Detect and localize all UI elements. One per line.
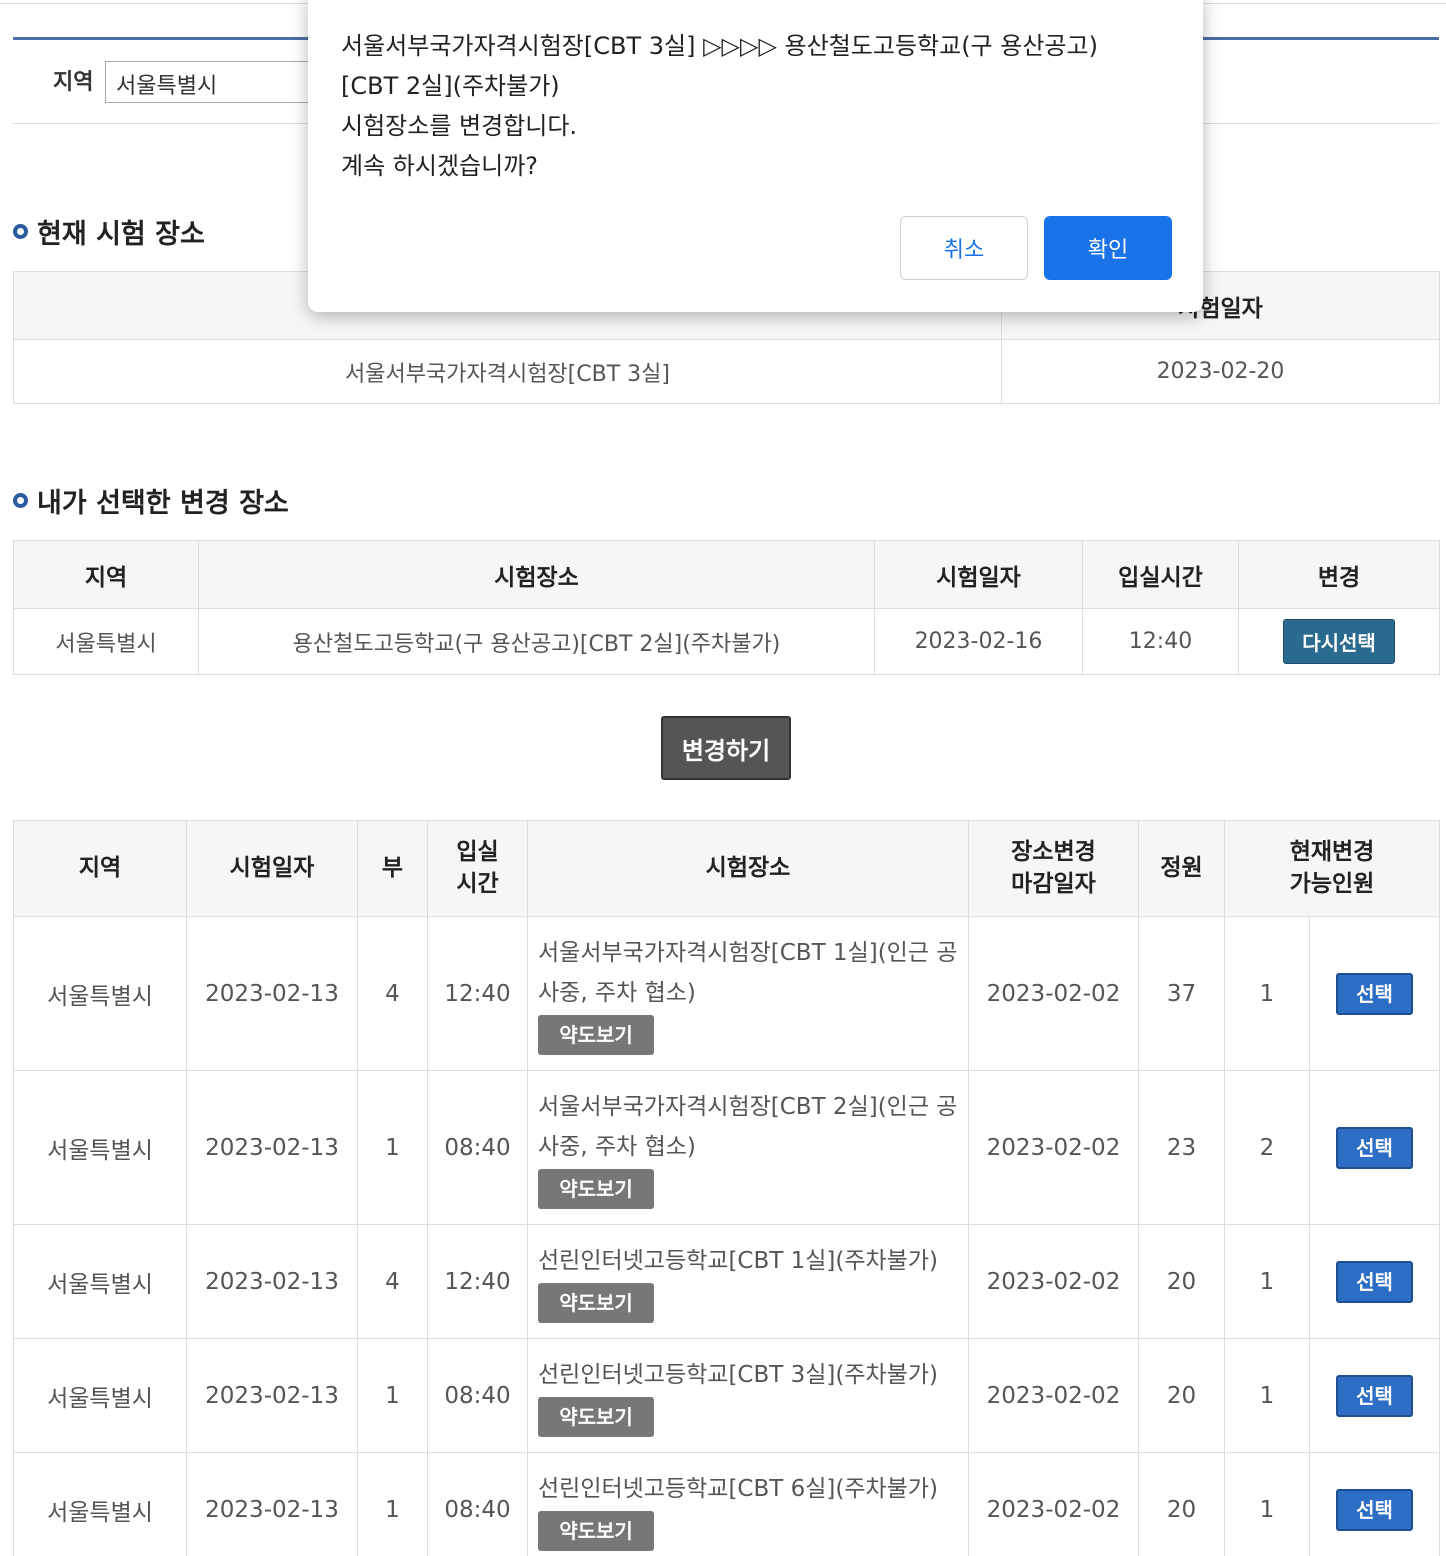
row-date: 2023-02-13 bbox=[186, 1452, 358, 1556]
selected-section-title-text: 내가 선택한 변경 장소 bbox=[37, 488, 289, 519]
row-date: 2023-02-13 bbox=[186, 916, 358, 1071]
row-time: 08:40 bbox=[427, 1070, 528, 1225]
row-place: 선린인터넷고등학교[CBT 6실](주차불가) 약도보기 bbox=[527, 1452, 969, 1556]
venue-list-table: 지역 시험일자 부 입실 시간 시험장소 장소변경 마감일자 정원 현재변경 가능인원… bbox=[13, 820, 1441, 1556]
row-region: 서울특별시 bbox=[13, 916, 187, 1071]
row-region: 서울특별시 bbox=[13, 1224, 187, 1339]
table-row: 서울특별시 2023-02-13 1 08:40 서울서부국가자격시험장[CBT… bbox=[13, 1070, 1441, 1225]
row-deadline: 2023-02-02 bbox=[968, 1338, 1139, 1453]
row-part: 4 bbox=[357, 1224, 428, 1339]
row-date: 2023-02-13 bbox=[186, 1224, 358, 1339]
dialog-ok-button[interactable]: 확인 bbox=[1044, 216, 1172, 280]
row-available: 1 bbox=[1224, 916, 1310, 1071]
row-capacity: 20 bbox=[1138, 1452, 1225, 1556]
selected-header-place: 시험장소 bbox=[198, 540, 875, 609]
select-button[interactable]: 선택 bbox=[1336, 1126, 1413, 1169]
list-header-available: 현재변경 가능인원 bbox=[1223, 820, 1441, 917]
list-header-deadline: 장소변경 마감일자 bbox=[968, 820, 1139, 917]
row-capacity: 37 bbox=[1138, 916, 1225, 1071]
selected-time: 12:40 bbox=[1082, 608, 1239, 675]
list-header-part: 부 bbox=[357, 820, 428, 917]
row-part: 4 bbox=[357, 916, 428, 1071]
row-place: 선린인터넷고등학교[CBT 1실](주차불가) 약도보기 bbox=[527, 1224, 969, 1339]
dialog-line-4: 계속 하시겠습니까? bbox=[341, 152, 539, 180]
selected-place: 용산철도고등학교(구 용산공고)[CBT 2실](주차불가) bbox=[198, 608, 875, 675]
map-button[interactable]: 약도보기 bbox=[538, 1014, 654, 1055]
row-region: 서울특별시 bbox=[13, 1452, 187, 1556]
row-place-name: 선린인터넷고등학교[CBT 3실](주차불가) bbox=[538, 1361, 938, 1388]
row-place-name: 선린인터넷고등학교[CBT 6실](주차불가) bbox=[538, 1475, 938, 1502]
list-header-place: 시험장소 bbox=[527, 820, 969, 917]
select-button[interactable]: 선택 bbox=[1336, 972, 1413, 1015]
table-row: 서울특별시 2023-02-13 4 12:40 선린인터넷고등학교[CBT 1… bbox=[13, 1224, 1441, 1339]
row-part: 1 bbox=[357, 1070, 428, 1225]
map-button[interactable]: 약도보기 bbox=[538, 1510, 654, 1551]
table-row: 서울특별시 2023-02-13 4 12:40 서울서부국가자격시험장[CBT… bbox=[13, 916, 1441, 1071]
row-date: 2023-02-13 bbox=[186, 1338, 358, 1453]
bullet-icon bbox=[13, 224, 28, 239]
dialog-message: 서울서부국가자격시험장[CBT 3실] ▷▷▷▷ 용산철도고등학교(구 용산공고… bbox=[341, 26, 1098, 186]
row-part: 1 bbox=[357, 1338, 428, 1453]
selected-header-date: 시험일자 bbox=[874, 540, 1083, 609]
list-header-region: 지역 bbox=[13, 820, 187, 917]
row-capacity: 23 bbox=[1138, 1070, 1225, 1225]
selected-section-title: 내가 선택한 변경 장소 bbox=[13, 481, 289, 520]
current-section-title: 현재 시험 장소 bbox=[13, 212, 205, 251]
row-place: 서울서부국가자격시험장[CBT 1실](인근 공사중, 주차 협소) 약도보기 bbox=[527, 916, 969, 1071]
row-capacity: 20 bbox=[1138, 1338, 1225, 1453]
select-button[interactable]: 선택 bbox=[1336, 1260, 1413, 1303]
row-available: 1 bbox=[1224, 1224, 1310, 1339]
row-capacity: 20 bbox=[1138, 1224, 1225, 1339]
selected-header-region: 지역 bbox=[13, 540, 199, 609]
list-header-time: 입실 시간 bbox=[427, 820, 528, 917]
row-region: 서울특별시 bbox=[13, 1338, 187, 1453]
row-place: 선린인터넷고등학교[CBT 3실](주차불가) 약도보기 bbox=[527, 1338, 969, 1453]
map-button[interactable]: 약도보기 bbox=[538, 1282, 654, 1323]
current-section-title-text: 현재 시험 장소 bbox=[37, 219, 205, 250]
dialog-line-1: 서울서부국가자격시험장[CBT 3실] ▷▷▷▷ 용산철도고등학교(구 용산공고… bbox=[341, 32, 1098, 60]
row-date: 2023-02-13 bbox=[186, 1070, 358, 1225]
selected-place-table: 지역 시험장소 시험일자 입실시간 변경 서울특별시 용산철도고등학교(구 용산… bbox=[13, 540, 1440, 675]
row-deadline: 2023-02-02 bbox=[968, 1452, 1139, 1556]
selected-header-change: 변경 bbox=[1238, 540, 1440, 609]
selected-date: 2023-02-16 bbox=[874, 608, 1083, 675]
list-header-capacity: 정원 bbox=[1138, 820, 1225, 917]
current-place: 서울서부국가자격시험장[CBT 3실] bbox=[13, 339, 1002, 404]
row-time: 08:40 bbox=[427, 1338, 528, 1453]
row-place-name: 서울서부국가자격시험장[CBT 2실](인근 공사중, 주차 협소) bbox=[538, 1093, 958, 1160]
map-button[interactable]: 약도보기 bbox=[538, 1396, 654, 1437]
dialog-line-2: [CBT 2실](주차불가) bbox=[341, 72, 560, 100]
dialog-cancel-button[interactable]: 취소 bbox=[900, 216, 1028, 280]
select-button[interactable]: 선택 bbox=[1336, 1374, 1413, 1417]
bullet-icon bbox=[13, 493, 28, 508]
row-place-name: 선린인터넷고등학교[CBT 1실](주차불가) bbox=[538, 1247, 938, 1274]
row-deadline: 2023-02-02 bbox=[968, 916, 1139, 1071]
row-deadline: 2023-02-02 bbox=[968, 1224, 1139, 1339]
selected-header-time: 입실시간 bbox=[1082, 540, 1239, 609]
row-available: 1 bbox=[1224, 1338, 1310, 1453]
row-place-name: 서울서부국가자격시험장[CBT 1실](인근 공사중, 주차 협소) bbox=[538, 939, 958, 1006]
map-button[interactable]: 약도보기 bbox=[538, 1168, 654, 1209]
select-button[interactable]: 선택 bbox=[1336, 1488, 1413, 1531]
current-date: 2023-02-20 bbox=[1001, 339, 1440, 404]
row-available: 2 bbox=[1224, 1070, 1310, 1225]
table-row: 서울특별시 2023-02-13 1 08:40 선린인터넷고등학교[CBT 6… bbox=[13, 1452, 1441, 1556]
table-row: 서울특별시 2023-02-13 1 08:40 선린인터넷고등학교[CBT 3… bbox=[13, 1338, 1441, 1453]
confirm-dialog: 서울서부국가자격시험장[CBT 3실] ▷▷▷▷ 용산철도고등학교(구 용산공고… bbox=[308, 0, 1203, 312]
row-place: 서울서부국가자격시험장[CBT 2실](인근 공사중, 주차 협소) 약도보기 bbox=[527, 1070, 969, 1225]
selected-region: 서울특별시 bbox=[13, 608, 199, 675]
list-header-date: 시험일자 bbox=[186, 820, 358, 917]
region-filter-label: 지역 bbox=[53, 70, 94, 95]
row-deadline: 2023-02-02 bbox=[968, 1070, 1139, 1225]
reselect-button[interactable]: 다시선택 bbox=[1283, 619, 1395, 664]
row-part: 1 bbox=[357, 1452, 428, 1556]
change-button[interactable]: 변경하기 bbox=[661, 716, 791, 780]
selected-row: 서울특별시 용산철도고등학교(구 용산공고)[CBT 2실](주차불가) 202… bbox=[13, 608, 1440, 675]
row-time: 08:40 bbox=[427, 1452, 528, 1556]
row-region: 서울특별시 bbox=[13, 1070, 187, 1225]
row-time: 12:40 bbox=[427, 916, 528, 1071]
row-available: 1 bbox=[1224, 1452, 1310, 1556]
row-time: 12:40 bbox=[427, 1224, 528, 1339]
dialog-line-3: 시험장소를 변경합니다. bbox=[341, 112, 578, 140]
